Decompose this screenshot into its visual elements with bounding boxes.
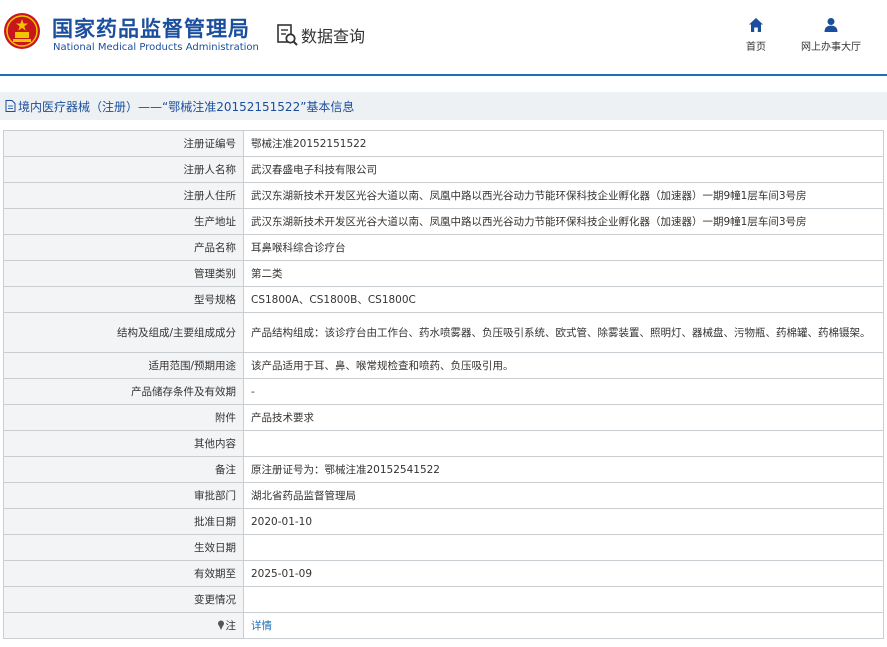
- field-value: 武汉东湖新技术开发区光谷大道以南、凤凰中路以西光谷动力节能环保科技企业孵化器（加…: [243, 182, 884, 209]
- document-icon: [5, 100, 16, 112]
- nav-online-hall-label: 网上办事大厅: [801, 42, 861, 53]
- field-label: 结构及组成/主要组成成分: [3, 312, 244, 353]
- field-value: 该产品适用于耳、鼻、喉常规检查和喷药、负压吸引用。: [243, 352, 884, 379]
- table-row: 变更情况: [3, 586, 884, 613]
- field-value: 产品结构组成：该诊疗台由工作台、药水喷雾器、负压吸引系统、欧式管、除雾装置、照明…: [243, 312, 884, 353]
- table-row: 适用范围/预期用途 该产品适用于耳、鼻、喉常规检查和喷药、负压吸引用。: [3, 352, 884, 379]
- field-value: 耳鼻喉科综合诊疗台: [243, 234, 884, 261]
- home-icon: [749, 18, 763, 32]
- table-row: 备注 原注册证号为：鄂械注准20152541522: [3, 456, 884, 483]
- brand-subtitle: National Medical Products Administration: [53, 42, 259, 53]
- field-label: 产品名称: [3, 234, 244, 261]
- table-row: 生产地址 武汉东湖新技术开发区光谷大道以南、凤凰中路以西光谷动力节能环保科技企业孵…: [3, 208, 884, 235]
- table-row: 生效日期: [3, 534, 884, 561]
- field-value: 第二类: [243, 260, 884, 287]
- field-value: [243, 586, 884, 613]
- field-value: -: [243, 378, 884, 405]
- national-emblem-icon: [4, 13, 40, 49]
- data-query-label: 数据查询: [301, 27, 366, 46]
- note-label: 注: [225, 619, 237, 632]
- table-row: 附件 产品技术要求: [3, 404, 884, 431]
- field-value: 湖北省药品监督管理局: [243, 482, 884, 509]
- field-label: 注册证编号: [3, 130, 244, 157]
- table-row: 批准日期 2020-01-10: [3, 508, 884, 535]
- breadcrumb: 境内医疗器械（注册）——“鄂械注准20152151522”基本信息: [0, 92, 887, 120]
- field-label: 有效期至: [3, 560, 244, 587]
- field-label: 型号规格: [3, 286, 244, 313]
- field-label: 注册人名称: [3, 156, 244, 183]
- pin-icon: [217, 620, 224, 630]
- details-link[interactable]: 详情: [251, 620, 272, 632]
- table-row: 注册证编号 鄂械注准20152151522: [3, 130, 884, 157]
- note-label-cell: 注: [3, 612, 244, 639]
- field-label: 生产地址: [3, 208, 244, 235]
- field-value: 2025-01-09: [243, 560, 884, 587]
- user-icon: [824, 18, 838, 32]
- note-row: 注 详情: [3, 612, 884, 639]
- data-query-link[interactable]: 数据查询: [276, 22, 365, 48]
- field-value: [243, 534, 884, 561]
- field-value: [243, 430, 884, 457]
- field-value: 原注册证号为：鄂械注准20152541522: [243, 456, 884, 483]
- field-value: 2020-01-10: [243, 508, 884, 535]
- table-row: 型号规格 CS1800A、CS1800B、CS1800C: [3, 286, 884, 313]
- field-value: 武汉东湖新技术开发区光谷大道以南、凤凰中路以西光谷动力节能环保科技企业孵化器（加…: [243, 208, 884, 235]
- table-row: 其他内容: [3, 430, 884, 457]
- brand-title: 国家药品监督管理局: [52, 17, 250, 41]
- field-label: 适用范围/预期用途: [3, 352, 244, 379]
- field-label: 管理类别: [3, 260, 244, 287]
- nav-home[interactable]: 首页: [739, 17, 773, 53]
- field-value: 武汉春盛电子科技有限公司: [243, 156, 884, 183]
- field-label: 其他内容: [3, 430, 244, 457]
- note-value-cell: 详情: [243, 612, 884, 639]
- field-value: 产品技术要求: [243, 404, 884, 431]
- site-header: 国家药品监督管理局 National Medical Products Admi…: [0, 0, 887, 76]
- search-document-icon: [277, 24, 298, 46]
- field-label: 审批部门: [3, 482, 244, 509]
- breadcrumb-text: 境内医疗器械（注册）——“鄂械注准20152151522”基本信息: [18, 99, 355, 114]
- field-label: 注册人住所: [3, 182, 244, 209]
- table-row: 注册人住所 武汉东湖新技术开发区光谷大道以南、凤凰中路以西光谷动力节能环保科技企业…: [3, 182, 884, 209]
- table-row: 管理类别 第二类: [3, 260, 884, 287]
- table-row: 结构及组成/主要组成成分 产品结构组成：该诊疗台由工作台、药水喷雾器、负压吸引系统…: [3, 312, 884, 353]
- table-row: 审批部门 湖北省药品监督管理局: [3, 482, 884, 509]
- field-label: 变更情况: [3, 586, 244, 613]
- table-row: 产品储存条件及有效期 -: [3, 378, 884, 405]
- table-row: 有效期至 2025-01-09: [3, 560, 884, 587]
- table-row: 注册人名称 武汉春盛电子科技有限公司: [3, 156, 884, 183]
- field-value: CS1800A、CS1800B、CS1800C: [243, 286, 884, 313]
- field-label: 批准日期: [3, 508, 244, 535]
- field-label: 附件: [3, 404, 244, 431]
- field-value: 鄂械注准20152151522: [243, 130, 884, 157]
- field-label: 生效日期: [3, 534, 244, 561]
- table-row: 产品名称 耳鼻喉科综合诊疗台: [3, 234, 884, 261]
- device-info-table: 注册证编号 鄂械注准20152151522 注册人名称 武汉春盛电子科技有限公司 注…: [3, 130, 884, 639]
- nav-home-label: 首页: [746, 42, 766, 53]
- field-label: 备注: [3, 456, 244, 483]
- field-label: 产品储存条件及有效期: [3, 378, 244, 405]
- nav-online-hall[interactable]: 网上办事大厅: [796, 17, 866, 53]
